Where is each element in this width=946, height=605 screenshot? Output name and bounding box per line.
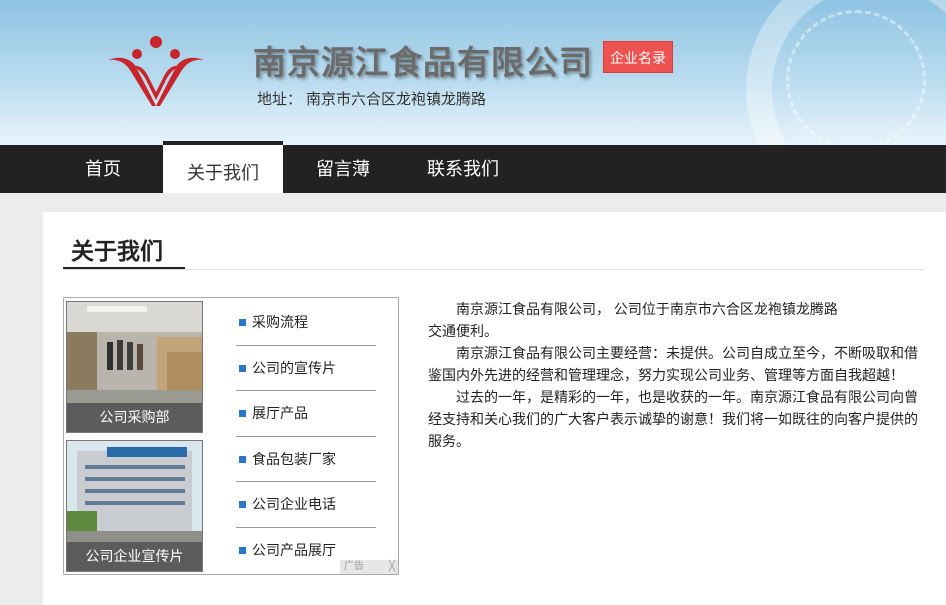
nav-about[interactable]: 关于我们 [163, 141, 283, 193]
intro-paragraph: 交通便利。 [428, 323, 498, 339]
ad-link-purchasing[interactable]: 采购流程 [236, 300, 376, 346]
bullet-icon [239, 455, 246, 463]
ad-link-label: 公司产品展厅 [252, 541, 336, 558]
nav-home[interactable]: 首页 [43, 145, 163, 193]
intro-paragraph: 南京源江食品有限公司主要经营：未提供。公司自成立至今，不断吸取和借鉴国内外先进的… [428, 345, 918, 383]
address-value: 南京市六合区龙袍镇龙腾路 [306, 91, 487, 108]
address: 地址： 南京市六合区龙袍镇龙腾路 [253, 88, 486, 109]
warehouse-photo [67, 302, 202, 405]
section-title: 关于我们 [71, 238, 163, 264]
bullet-icon [239, 546, 246, 554]
ad-link-label: 公司的宣传片 [252, 359, 336, 376]
intro-paragraph: 过去的一年，是精彩的一年，也是收获的一年。南京源江食品有限公司向曾经支持和关心我… [428, 389, 918, 449]
ad-link-phone[interactable]: 公司企业电话 [236, 482, 376, 528]
ad-tag[interactable]: 广告 ╳ [340, 560, 398, 574]
bullet-icon [239, 319, 246, 326]
company-logo [108, 36, 204, 106]
bullet-icon [239, 410, 246, 418]
ad-link-label: 公司企业电话 [252, 496, 336, 513]
bullet-icon [239, 501, 246, 509]
bullet-icon [239, 364, 246, 372]
photo-caption: 公司采购部 [67, 403, 202, 432]
ad-link-packaging[interactable]: 食品包装厂家 [236, 437, 376, 483]
photo-promo[interactable]: 公司企业宣传片 [66, 440, 203, 572]
close-icon[interactable]: ╳ [389, 560, 395, 574]
ad-box: 公司采购部 公司企业宣传片 采购流程 公司的宣传片 展厅产品 食品包装厂家 公司… [63, 297, 399, 575]
building-photo [67, 441, 202, 544]
nav-contact[interactable]: 联系我们 [403, 145, 523, 193]
photo-purchasing[interactable]: 公司采购部 [66, 301, 203, 433]
main-nav: 首页 关于我们 留言薄 联系我们 [0, 141, 946, 193]
ad-tag-label: 广告 [344, 561, 364, 572]
ad-link-label: 展厅产品 [252, 405, 308, 422]
ad-link-list: 采购流程 公司的宣传片 展厅产品 食品包装厂家 公司企业电话 公司产品展厅 [236, 300, 376, 574]
ad-link-promo-video[interactable]: 公司的宣传片 [236, 346, 376, 392]
nav-guestbook[interactable]: 留言薄 [283, 145, 403, 193]
company-name: 南京源江食品有限公司 [253, 44, 593, 81]
company-intro: 南京源江食品有限公司， 公司位于南京市六合区龙袍镇龙腾路 交通便利。 南京源江食… [428, 298, 918, 452]
divider [63, 269, 923, 270]
ad-link-showroom-products[interactable]: 展厅产品 [236, 391, 376, 437]
ad-link-label: 采购流程 [252, 314, 308, 330]
intro-paragraph: 南京源江食品有限公司， 公司位于南京市六合区龙袍镇龙腾路 [456, 301, 838, 317]
site-header: 南京源江食品有限公司 企业名录 地址： 南京市六合区龙袍镇龙腾路 [0, 0, 946, 145]
address-label: 地址： [257, 91, 303, 108]
content-panel: 关于我们 公司采购部 公司企业宣传片 采购流程 公司的宣传片 展厅产品 食品包装… [43, 212, 946, 605]
photo-caption: 公司企业宣传片 [67, 542, 202, 571]
directory-badge[interactable]: 企业名录 [603, 41, 673, 73]
ad-link-label: 食品包装厂家 [252, 450, 336, 467]
